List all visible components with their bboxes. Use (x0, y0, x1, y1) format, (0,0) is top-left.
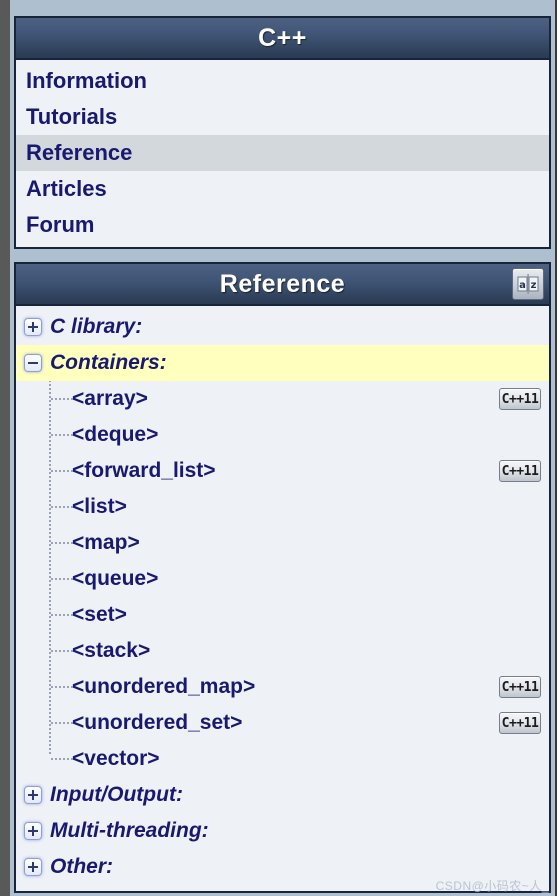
tree-item-set[interactable]: <set> (16, 597, 549, 633)
tree-item-label: <set> (72, 603, 127, 626)
nav-item-label: Articles (26, 176, 107, 201)
page-left-gutter (0, 0, 10, 896)
page-title: C++ (258, 23, 307, 52)
tree-item-label: <deque> (72, 423, 159, 446)
tree-item-label: <array> (72, 387, 148, 410)
tree-category-label: C library: (50, 315, 143, 338)
nav-item-information[interactable]: Information (16, 63, 549, 99)
tree-guide-icon (51, 686, 73, 688)
tree-item-unordered-map[interactable]: <unordered_map> C++11 (16, 669, 549, 705)
nav-item-forum[interactable]: Forum (16, 207, 549, 243)
collapse-icon[interactable] (24, 354, 42, 372)
tree-item-label: <unordered_set> (72, 711, 243, 734)
expand-icon[interactable] (24, 858, 42, 876)
tree-item-label: <stack> (72, 639, 151, 662)
tree-guide-icon (51, 434, 73, 436)
tree-guide-icon (51, 650, 73, 652)
page-content: C++ Information Tutorials Reference Article… (10, 0, 555, 896)
tree-item-deque[interactable]: <deque> (16, 417, 549, 453)
reference-panel-header: Reference a z (16, 264, 549, 306)
tree-guide-icon (51, 470, 73, 472)
svg-text:z: z (531, 280, 537, 291)
reference-tree: C library: Containers: <array> C++11 <deque>… (16, 306, 549, 891)
a-z-sort-button[interactable]: a z (512, 268, 544, 300)
tree-item-label: <vector> (72, 747, 160, 770)
reference-panel-title: Reference (219, 269, 346, 298)
svg-text:a: a (519, 280, 526, 291)
cpp11-badge[interactable]: C++11 (499, 712, 541, 734)
tree-item-label: <map> (72, 531, 140, 554)
tree-item-queue[interactable]: <queue> (16, 561, 549, 597)
expand-icon[interactable] (24, 786, 42, 804)
cpp11-badge[interactable]: C++11 (499, 460, 541, 482)
cpp11-badge[interactable]: C++11 (499, 388, 541, 410)
expand-icon[interactable] (24, 822, 42, 840)
nav-item-articles[interactable]: Articles (16, 171, 549, 207)
tree-guide-icon (51, 614, 73, 616)
expand-icon[interactable] (24, 318, 42, 336)
nav-item-label: Tutorials (26, 104, 118, 129)
tree-guide-icon (51, 758, 73, 760)
tree-category-c-library[interactable]: C library: (16, 309, 549, 345)
tree-guide-icon (51, 506, 73, 508)
tree-category-label: Containers: (50, 351, 167, 374)
site-nav-list: Information Tutorials Reference Articles For… (16, 60, 549, 247)
reference-panel: Reference a z C library: Containers: <arra… (14, 262, 551, 893)
a-z-sort-icon: a z (517, 274, 539, 294)
tree-category-other[interactable]: Other: (16, 849, 549, 885)
tree-guide-icon (51, 722, 73, 724)
site-nav-panel: C++ Information Tutorials Reference Article… (14, 16, 551, 249)
nav-item-reference[interactable]: Reference (16, 135, 549, 171)
tree-guide-icon (51, 542, 73, 544)
tree-item-label: <queue> (72, 567, 159, 590)
tree-category-multi-threading[interactable]: Multi-threading: (16, 813, 549, 849)
tree-item-label: <unordered_map> (72, 675, 256, 698)
tree-guide-icon (51, 398, 73, 400)
tree-category-input-output[interactable]: Input/Output: (16, 777, 549, 813)
tree-category-label: Other: (50, 855, 113, 878)
nav-item-label: Information (26, 68, 147, 93)
tree-item-label: <forward_list> (72, 459, 216, 482)
tree-item-list[interactable]: <list> (16, 489, 549, 525)
tree-guide-icon (51, 578, 73, 580)
tree-category-label: Input/Output: (50, 783, 183, 806)
tree-item-vector[interactable]: <vector> (16, 741, 549, 777)
site-nav-header: C++ (16, 18, 549, 60)
tree-item-map[interactable]: <map> (16, 525, 549, 561)
tree-item-label: <list> (72, 495, 127, 518)
tree-item-stack[interactable]: <stack> (16, 633, 549, 669)
tree-item-unordered-set[interactable]: <unordered_set> C++11 (16, 705, 549, 741)
nav-item-label: Reference (26, 140, 133, 165)
nav-item-tutorials[interactable]: Tutorials (16, 99, 549, 135)
tree-category-containers[interactable]: Containers: (16, 345, 549, 381)
tree-category-label: Multi-threading: (50, 819, 209, 842)
tree-item-forward-list[interactable]: <forward_list> C++11 (16, 453, 549, 489)
nav-item-label: Forum (26, 212, 95, 237)
cpp11-badge[interactable]: C++11 (499, 676, 541, 698)
tree-item-array[interactable]: <array> C++11 (16, 381, 549, 417)
